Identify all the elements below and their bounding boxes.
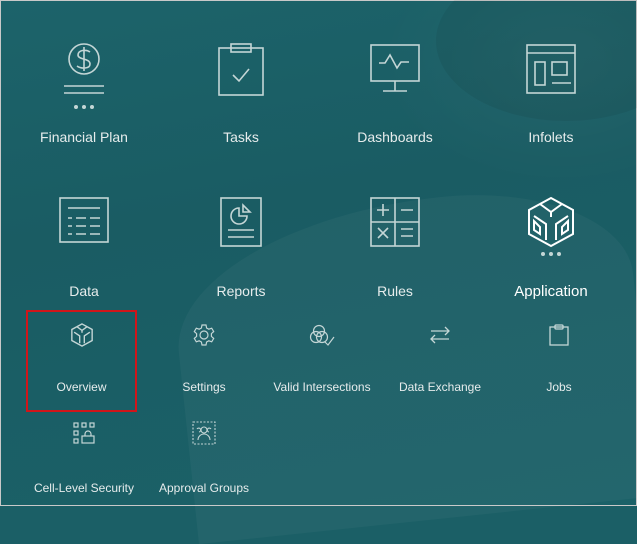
more-dots-icon <box>491 252 611 256</box>
tile-dashboards[interactable]: Dashboards <box>335 41 455 151</box>
tile-label: Data <box>69 283 99 299</box>
tile-label: Rules <box>377 283 413 299</box>
calculator-icon <box>370 197 420 247</box>
tile-label: Cell-Level Security <box>33 481 135 495</box>
tile-label: Jobs <box>546 380 572 394</box>
tile-label: Financial Plan <box>40 129 128 145</box>
tile-reports[interactable]: Reports <box>181 196 301 306</box>
tile-label: Valid Intersections <box>273 380 371 394</box>
tile-settings[interactable]: Settings <box>149 323 259 403</box>
venn-check-icon <box>309 324 335 346</box>
tile-tasks[interactable]: Tasks <box>181 41 301 151</box>
tile-label: Infolets <box>528 129 574 145</box>
dollar-document-icon <box>64 43 104 94</box>
tile-data[interactable]: Data <box>24 196 144 306</box>
gear-icon <box>193 324 215 346</box>
table-list-icon <box>59 197 109 243</box>
more-dots-icon <box>24 105 144 109</box>
tile-approval-groups[interactable]: Approval Groups <box>149 421 259 501</box>
report-pie-icon <box>220 197 262 247</box>
tile-label: Data Exchange <box>398 380 482 394</box>
clipboard-icon <box>549 324 569 346</box>
layout-panel-icon <box>526 44 576 94</box>
tile-label: Approval Groups <box>158 481 250 495</box>
clipboard-check-icon <box>218 43 264 96</box>
tile-rules[interactable]: Rules <box>335 196 455 306</box>
cube-icon <box>528 196 574 248</box>
tile-cell-level-security[interactable]: Cell-Level Security <box>28 421 140 501</box>
swap-arrows-icon <box>430 326 450 344</box>
tile-label: Overview <box>56 380 107 394</box>
tile-jobs[interactable]: Jobs <box>504 323 614 403</box>
tile-application[interactable]: Application <box>491 196 611 306</box>
tile-valid-intersections[interactable]: Valid Intersections <box>267 323 377 403</box>
tile-infolets[interactable]: Infolets <box>491 41 611 151</box>
tile-label: Application <box>514 283 588 300</box>
group-users-icon <box>192 421 216 445</box>
tile-label: Dashboards <box>357 129 433 145</box>
tile-label: Reports <box>216 283 266 299</box>
tile-overview[interactable]: Overview <box>28 323 135 403</box>
tile-label: Settings <box>182 380 226 394</box>
monitor-pulse-icon <box>370 44 420 92</box>
cube-icon <box>70 323 93 347</box>
tile-label: Tasks <box>223 129 259 145</box>
tile-financial-plan[interactable]: Financial Plan <box>24 41 144 151</box>
grid-lock-icon <box>73 422 95 444</box>
tile-data-exchange[interactable]: Data Exchange <box>385 323 495 403</box>
